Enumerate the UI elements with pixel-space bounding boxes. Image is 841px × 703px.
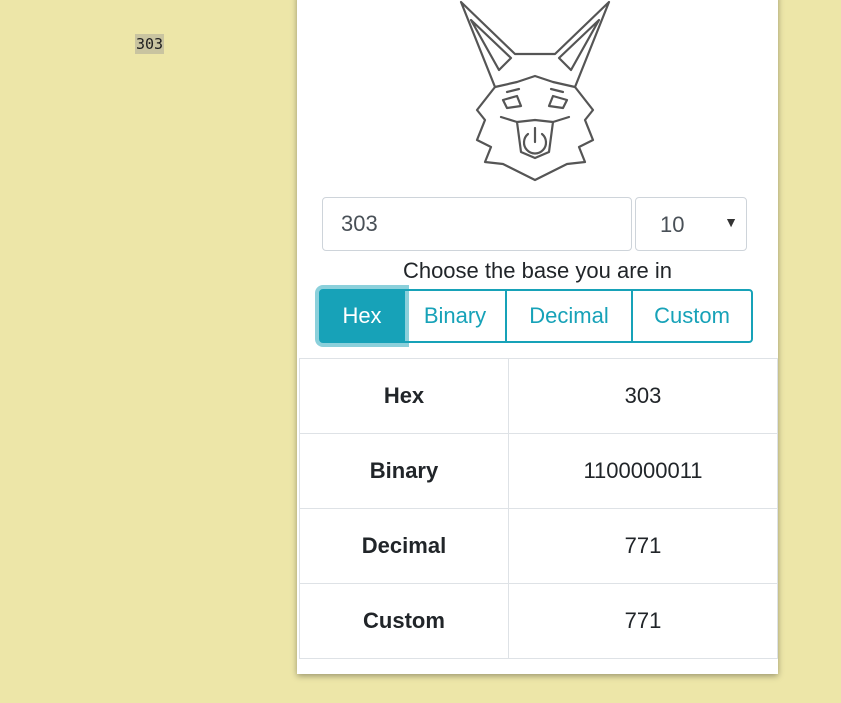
decimal-button[interactable]: Decimal [505,289,633,343]
base-hint: Choose the base you are in [402,258,673,283]
number-input[interactable] [322,197,632,251]
result-value: 1100000011 [508,433,778,509]
table-row: Custom 771 [299,583,778,659]
hex-button[interactable]: Hex [319,289,405,343]
custom-button[interactable]: Custom [631,289,753,343]
result-value: 771 [508,508,778,584]
result-value: 771 [508,583,778,659]
results-table: Hex 303 Binary 1100000011 Decimal 771 Cu… [299,358,778,659]
table-row: Decimal 771 [299,508,778,584]
base-button-group: Hex Binary Decimal Custom [319,289,753,343]
code-snippet: 303 [135,34,165,54]
result-label: Custom [299,583,509,659]
converter-card: 10 ▼ Choose the base you are in Hex Bina… [297,0,778,674]
base-select-value: 10 [660,212,685,237]
table-row: Binary 1100000011 [299,433,778,509]
result-label: Hex [299,358,509,434]
base-select[interactable]: 10 ▼ [635,197,747,251]
result-value: 303 [508,358,778,434]
binary-button[interactable]: Binary [403,289,507,343]
caret-down-icon: ▼ [724,214,738,230]
table-row: Hex 303 [299,358,778,434]
fox-logo-icon [459,0,611,182]
result-label: Decimal [299,508,509,584]
result-label: Binary [299,433,509,509]
